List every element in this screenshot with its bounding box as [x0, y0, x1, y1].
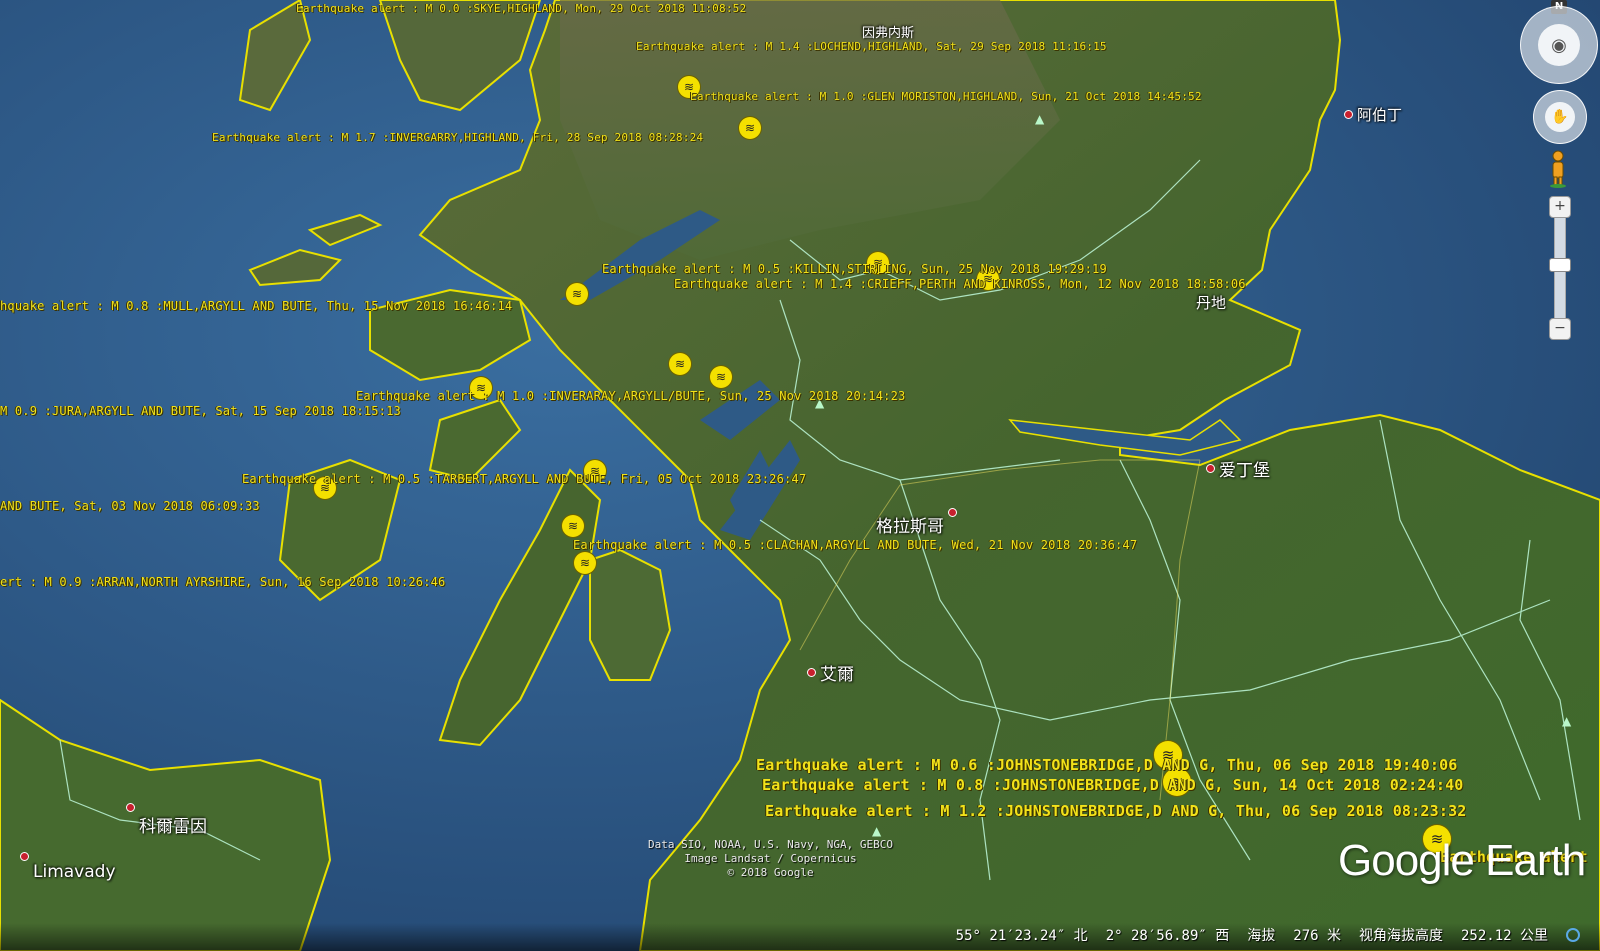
alert-label-glen-moriston[interactable]: Earthquake alert : M 1.0 :GLEN MORISTON,… [690, 90, 1202, 103]
mountain-peak-icon: ▲ [1562, 714, 1572, 728]
google-earth-logo: Google Earth [1338, 836, 1586, 885]
zoom-in-button[interactable]: + [1549, 196, 1571, 218]
earthquake-marker-icon[interactable]: ≋ [566, 283, 588, 305]
latitude-readout: 55° 21′23.24″ 北 [955, 928, 1088, 944]
alert-label-inveraray[interactable]: Earthquake alert : M 1.0 :INVERARAY,ARGY… [356, 389, 905, 403]
city-aberdeen[interactable]: 阿伯丁 [1344, 104, 1402, 125]
map-attribution: Data SIO, NOAA, U.S. Navy, NGA, GEBCO Im… [648, 838, 893, 880]
city-ayr[interactable]: 艾爾 [807, 660, 854, 685]
attribution-line: Image Landsat / Copernicus [684, 852, 857, 865]
longitude-readout: 2° 28′56.89″ 西 [1105, 928, 1230, 944]
elevation-label: 海拔 [1247, 928, 1276, 944]
alert-label-arran[interactable]: ert : M 0.9 :ARRAN,NORTH AYRSHIRE, Sun, … [0, 575, 445, 589]
city-glasgow[interactable]: 格拉斯哥 [876, 488, 957, 537]
city-dot-icon [1206, 464, 1215, 473]
eye-icon[interactable]: ◉ [1538, 24, 1580, 66]
city-dundee[interactable]: 丹地 [1196, 292, 1226, 313]
city-label: Limavady [33, 862, 116, 882]
alert-label-lochend[interactable]: Earthquake alert : M 1.4 :LOCHEND,HIGHLA… [636, 40, 1107, 53]
alert-label-jura[interactable]: M 0.9 :JURA,ARGYLL AND BUTE, Sat, 15 Sep… [0, 404, 401, 418]
alert-label-crieff[interactable]: Earthquake alert : M 1.4 :CRIEFF,PERTH A… [674, 277, 1246, 291]
city-dot-icon [807, 668, 816, 677]
city-label: 艾爾 [820, 665, 854, 685]
alert-label-killin[interactable]: Earthquake alert : M 0.5 :KILLIN,STIRLIN… [602, 262, 1107, 276]
move-joystick-icon[interactable]: ✋ [1533, 90, 1587, 144]
alert-label-johnstonebridge-1[interactable]: Earthquake alert : M 0.6 :JOHNSTONEBRIDG… [756, 756, 1458, 774]
arran-island [589, 548, 672, 681]
alert-label-skye[interactable]: Earthquake alert : M 0.0 :SKYE,HIGHLAND,… [296, 2, 746, 15]
city-limavady[interactable]: Limavady [20, 844, 116, 882]
city-edinburgh[interactable]: 爱丁堡 [1206, 456, 1270, 481]
earthquake-marker-icon[interactable]: ≋ [562, 515, 584, 537]
eye-altitude-label: 视角海拔高度 [1358, 928, 1443, 944]
attribution-line: © 2018 Google [727, 866, 814, 879]
alert-label-islay[interactable]: AND BUTE, Sat, 03 Nov 2018 06:09:33 [0, 499, 260, 513]
elevation-value: 276 米 [1293, 928, 1341, 944]
street-view-pegman-icon[interactable] [1547, 150, 1569, 188]
city-label: 科爾雷因 [139, 817, 207, 837]
zoom-slider-thumb[interactable] [1549, 258, 1571, 272]
earthquake-marker-icon[interactable]: ≋ [739, 117, 761, 139]
city-label: 丹地 [1196, 294, 1227, 312]
earthquake-marker-icon[interactable]: ≋ [574, 552, 596, 574]
alert-label-johnstonebridge-2[interactable]: Earthquake alert : M 0.8 :JOHNSTONEBRIDG… [762, 776, 1464, 794]
earthquake-marker-icon[interactable]: ≋ [669, 353, 691, 375]
coordinate-readout: 55° 21′23.24″ 北 2° 28′56.89″ 西 海拔 276 米 … [956, 925, 1580, 945]
city-dot-icon [126, 803, 135, 812]
alert-label-invergarry[interactable]: Earthquake alert : M 1.7 :INVERGARRY,HIG… [212, 131, 703, 144]
hand-icon[interactable]: ✋ [1545, 102, 1575, 132]
city-label: 因弗内斯 [862, 26, 915, 41]
zoom-out-button[interactable]: − [1549, 318, 1571, 340]
alert-label-clachan[interactable]: Earthquake alert : M 0.5 :CLACHAN,ARGYLL… [573, 538, 1137, 552]
attribution-line: Data SIO, NOAA, U.S. Navy, NGA, GEBCO [648, 838, 894, 851]
earthquake-marker-icon[interactable]: ≋ [710, 366, 732, 388]
mountain-peak-icon: ▲ [1035, 112, 1045, 126]
city-label: 爱丁堡 [1219, 461, 1270, 481]
city-label: 格拉斯哥 [876, 517, 944, 537]
city-dot-icon [20, 851, 29, 861]
city-dot-icon [1344, 110, 1353, 119]
city-dot-icon [948, 508, 957, 517]
alert-label-johnstonebridge-3[interactable]: Earthquake alert : M 1.2 :JOHNSTONEBRIDG… [765, 802, 1467, 820]
city-coleraine[interactable]: 科爾雷因 [126, 800, 207, 837]
loading-ring-icon [1566, 928, 1580, 942]
eye-altitude-value: 252.12 公里 [1460, 928, 1548, 944]
mountain-peak-icon: ▲ [872, 824, 882, 838]
city-label: 阿伯丁 [1357, 106, 1403, 124]
alert-label-mull[interactable]: hquake alert : M 0.8 :MULL,ARGYLL AND BU… [0, 299, 512, 313]
alert-label-tarbert[interactable]: Earthquake alert : M 0.5 :TARBERT,ARGYLL… [242, 472, 806, 486]
look-joystick-icon[interactable]: ◉ [1520, 6, 1598, 84]
city-inverness[interactable]: 因弗内斯 [862, 22, 914, 41]
